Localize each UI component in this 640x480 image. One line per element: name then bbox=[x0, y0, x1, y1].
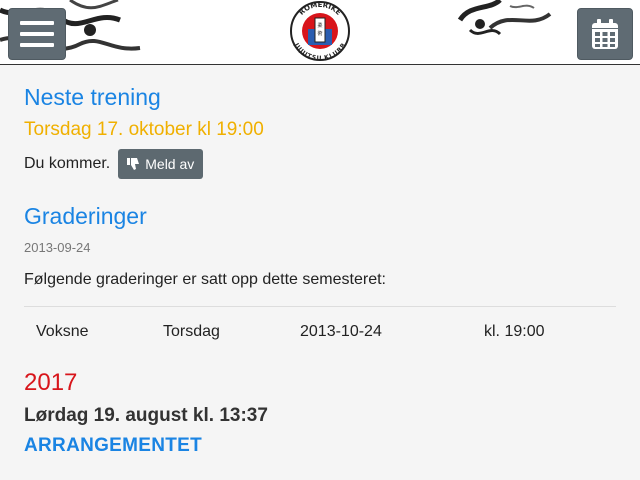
thumbs-down-icon bbox=[127, 158, 140, 170]
event-title-link[interactable]: ARRANGEMENTET bbox=[24, 435, 616, 457]
gradings-intro: Følgende graderinger er satt opp dette s… bbox=[24, 271, 386, 288]
main-content: Neste trening Torsdag 17. oktober kl 19:… bbox=[24, 64, 616, 457]
grading-group: Voksne bbox=[36, 323, 89, 340]
next-training-heading: Neste trening bbox=[24, 84, 161, 110]
svg-text:術: 術 bbox=[317, 30, 322, 37]
grading-date: 2013-10-24 bbox=[300, 323, 382, 340]
club-logo[interactable]: 柔 術 ROMERIKE JUJUTSU KLUBB bbox=[287, 0, 353, 62]
unregister-button-label: Meld av bbox=[145, 156, 195, 172]
event-year: 2017 bbox=[24, 369, 78, 396]
grading-weekday: Torsdag bbox=[163, 323, 220, 340]
calendar-icon bbox=[592, 19, 618, 49]
hamburger-menu-icon bbox=[20, 21, 54, 47]
calendar-button[interactable] bbox=[577, 8, 633, 60]
next-training-datetime: Torsdag 17. oktober kl 19:00 bbox=[24, 119, 264, 140]
attendance-status: Du kommer. bbox=[24, 155, 111, 172]
svg-text:柔: 柔 bbox=[317, 22, 322, 29]
unregister-button[interactable]: Meld av bbox=[118, 149, 204, 179]
gradings-date: 2013-09-24 bbox=[24, 240, 91, 255]
grading-time: kl. 19:00 bbox=[484, 323, 545, 340]
gradings-heading: Graderinger bbox=[24, 203, 147, 229]
attendance-row: Du kommer. Meld av bbox=[24, 149, 616, 179]
menu-button[interactable] bbox=[8, 8, 66, 60]
top-navbar: 柔 術 ROMERIKE JUJUTSU KLUBB bbox=[0, 0, 640, 65]
event-date: Lørdag 19. august kl. 13:37 bbox=[24, 405, 268, 426]
table-row: Voksne Torsdag 2013-10-24 kl. 19:00 bbox=[24, 307, 616, 357]
